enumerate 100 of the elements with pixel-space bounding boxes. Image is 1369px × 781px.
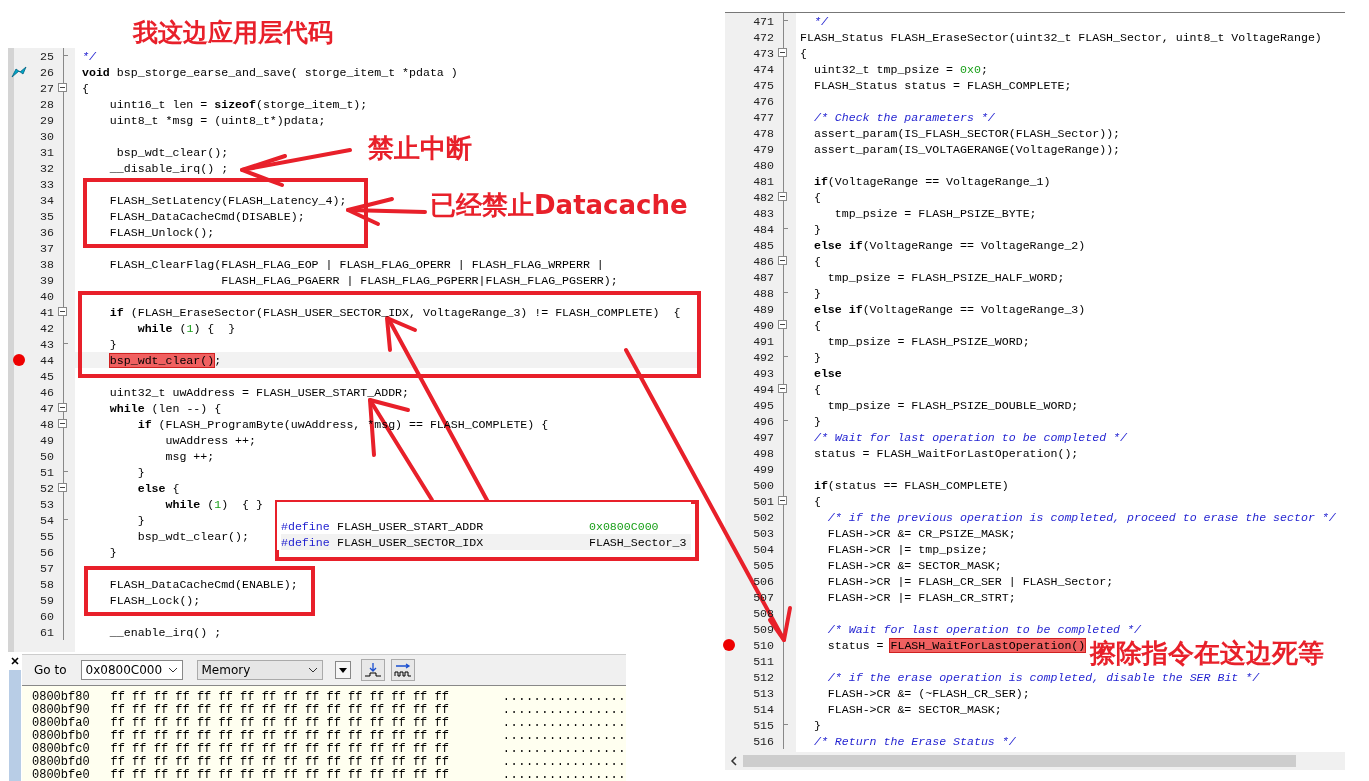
line-number: 34 (39, 193, 54, 207)
line-number: 481 (753, 174, 774, 188)
memory-address: 0800bf80 (32, 689, 91, 704)
line-number: 497 (753, 430, 774, 444)
code-line: else if(VoltageRange == VoltageRange_3) (812, 302, 1086, 316)
code-line: /* Return the Erase Status */ (812, 734, 1016, 748)
line-number: 510 (753, 638, 774, 652)
line-number: 52 (39, 481, 54, 495)
memory-address: 0800bfa0 (32, 715, 91, 730)
line-number: 498 (753, 446, 774, 460)
line-number: 499 (753, 462, 774, 476)
line-number: 485 (753, 238, 774, 252)
line-number: 504 (753, 542, 774, 556)
memory-ascii: ................ (502, 767, 626, 781)
code-line: FLASH_ClearFlag(FLASH_FLAG_EOP | FLASH_FLAG_OPERR | FLASH_FLAG_WRPERR | (108, 257, 604, 271)
code-line: } (812, 350, 821, 364)
code-line: FLASH->CR &= SECTOR_MASK; (826, 558, 1002, 572)
code-line: uint8_t *msg = (uint8_t*)pdata; (108, 113, 326, 127)
code-line: FLASH->CR |= tmp_psize; (826, 542, 988, 556)
code-line: while (len --) { (108, 401, 222, 415)
line-number: 31 (39, 145, 54, 159)
annotation-label: 禁止中断 (368, 133, 472, 163)
goto-label: Go to (34, 663, 67, 677)
line-number: 516 (753, 734, 774, 748)
memory-address: 0800bf90 (32, 702, 91, 717)
line-number: 43 (39, 337, 54, 351)
code-line: { (81, 81, 89, 95)
line-number: 495 (753, 398, 774, 412)
line-number: 38 (39, 257, 54, 271)
code-line: } (812, 286, 821, 300)
code-line: FLASH_DataCacheCmd(ENABLE); (108, 577, 298, 591)
line-number: 28 (39, 97, 54, 111)
line-number: 44 (39, 353, 54, 367)
line-number: 27 (39, 81, 54, 95)
memory-ascii: ................ (502, 715, 626, 730)
line-number: 49 (39, 433, 54, 447)
line-number: 502 (753, 510, 774, 524)
code-line: __enable_irq() ; (108, 625, 222, 639)
code-line: FLASH_Lock(); (108, 593, 201, 607)
memory-ascii: ................ (502, 741, 626, 756)
line-number: 490 (753, 318, 774, 332)
line-number: 474 (753, 62, 774, 76)
line-number: 483 (753, 206, 774, 220)
code-line: else (812, 366, 842, 380)
line-number: 487 (753, 270, 774, 284)
code-line: { (799, 46, 807, 60)
code-line: uint32_t uwAddress = FLASH_USER_START_ADDR; (108, 385, 409, 399)
code-line: { (812, 318, 821, 332)
line-number: 42 (39, 321, 54, 335)
memory-bytes: ff ff ff ff ff ff ff ff ff ff ff ff ff ff ff ff (110, 702, 450, 717)
code-line: __disable_irq() ; (108, 161, 229, 175)
line-number: 35 (39, 209, 54, 223)
code-line: assert_param(IS_VOLTAGERANGE(VoltageRange)); (812, 142, 1121, 156)
line-number: 29 (39, 113, 54, 127)
code-line: tmp_psize = FLASH_PSIZE_WORD; (826, 334, 1030, 348)
code-line: /* if the erase operation is completed, disable the SER Bit */ (826, 670, 1260, 684)
code-line: */ (812, 14, 828, 28)
line-number: 53 (39, 497, 54, 511)
line-number: 512 (753, 670, 774, 684)
line-number: 509 (753, 622, 774, 636)
line-number: 475 (753, 78, 774, 92)
line-number: 493 (753, 366, 774, 380)
line-number: 473 (753, 46, 774, 60)
line-number: 56 (39, 545, 54, 559)
code-line: } (108, 545, 117, 559)
line-number: 471 (753, 14, 774, 28)
code-line: uint32_t tmp_psize = 0x0; (812, 62, 988, 76)
macro-value: 0x0800C000 (589, 519, 659, 533)
line-number: 496 (753, 414, 774, 428)
line-number: 36 (39, 225, 54, 239)
macro-name: FLASH_USER_START_ADDR (337, 519, 485, 533)
code-line: /* Wait for last operation to be completed */ (826, 622, 1141, 636)
line-number: 494 (753, 382, 774, 396)
line-number: 514 (753, 702, 774, 716)
memory-ascii: ................ (502, 702, 626, 717)
line-number: 54 (39, 513, 54, 527)
code-line: else if(VoltageRange == VoltageRange_2) (812, 238, 1086, 252)
code-line: FLASH_Status status = FLASH_COMPLETE; (812, 78, 1072, 92)
code-line: /* Wait for last operation to be completed */ (812, 430, 1127, 444)
line-number: 500 (753, 478, 774, 492)
line-number: 47 (39, 401, 54, 415)
line-number: 48 (39, 417, 54, 431)
line-number: 25 (39, 49, 54, 63)
macro-name: FLASH_USER_SECTOR_IDX (337, 535, 485, 549)
line-number: 61 (39, 625, 54, 639)
line-number: 33 (39, 177, 54, 191)
code-line: uint16_t len = sizeof(storge_item_t); (108, 97, 368, 111)
code-line: FLASH_Status FLASH_EraseSector(uint32_t FLASH_Sector, uint8_t VoltageRange) (799, 30, 1322, 44)
code-line: { (812, 190, 821, 204)
line-number: 515 (753, 718, 774, 732)
line-number: 32 (39, 161, 54, 175)
annotation-label: 已经禁止Datacache (430, 190, 688, 220)
memory-bytes: ff ff ff ff ff ff ff ff ff ff ff ff ff ff ff ff (110, 741, 450, 756)
line-number: 492 (753, 350, 774, 364)
memory-bytes: ff ff ff ff ff ff ff ff ff ff ff ff ff ff ff ff (110, 689, 450, 704)
code-line: /* if the previous operation is completed, proceed to erase the sector */ (826, 510, 1336, 524)
line-number: 41 (39, 305, 54, 319)
line-number: 55 (39, 529, 54, 543)
define-keyword: #define (281, 519, 331, 533)
code-line: FLASH->CR &= (~FLASH_CR_SER); (826, 686, 1030, 700)
